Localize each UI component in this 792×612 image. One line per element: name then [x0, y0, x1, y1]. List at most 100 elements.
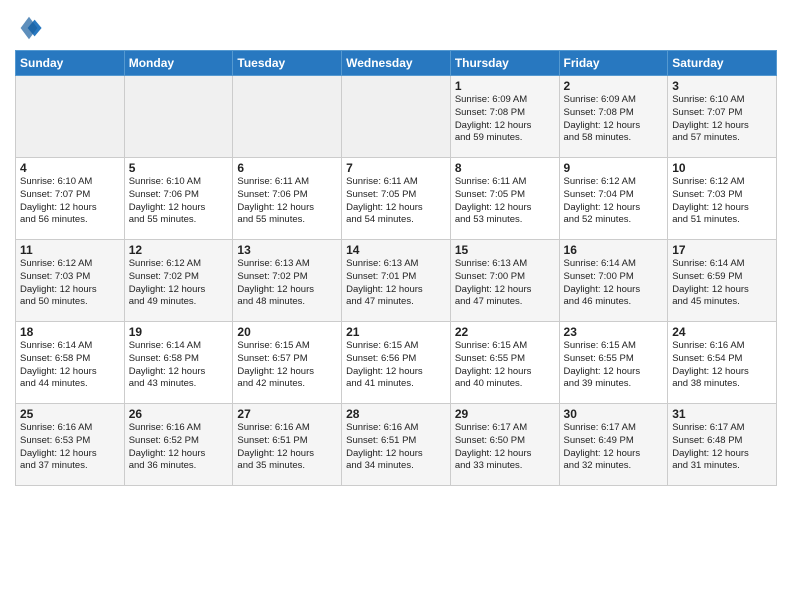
day-number: 20	[237, 325, 337, 339]
logo-icon	[15, 14, 43, 42]
calendar-cell: 12Sunrise: 6:12 AM Sunset: 7:02 PM Dayli…	[124, 240, 233, 322]
day-info: Sunrise: 6:16 AM Sunset: 6:51 PM Dayligh…	[237, 422, 337, 473]
calendar-cell: 4Sunrise: 6:10 AM Sunset: 7:07 PM Daylig…	[16, 158, 125, 240]
day-info: Sunrise: 6:15 AM Sunset: 6:57 PM Dayligh…	[237, 340, 337, 391]
calendar-cell: 10Sunrise: 6:12 AM Sunset: 7:03 PM Dayli…	[668, 158, 777, 240]
calendar-cell: 11Sunrise: 6:12 AM Sunset: 7:03 PM Dayli…	[16, 240, 125, 322]
day-number: 24	[672, 325, 772, 339]
calendar-cell: 3Sunrise: 6:10 AM Sunset: 7:07 PM Daylig…	[668, 76, 777, 158]
header-thursday: Thursday	[450, 51, 559, 76]
header-saturday: Saturday	[668, 51, 777, 76]
day-number: 28	[346, 407, 446, 421]
calendar-cell: 26Sunrise: 6:16 AM Sunset: 6:52 PM Dayli…	[124, 404, 233, 486]
day-number: 11	[20, 243, 120, 257]
calendar-cell	[233, 76, 342, 158]
day-info: Sunrise: 6:15 AM Sunset: 6:56 PM Dayligh…	[346, 340, 446, 391]
day-info: Sunrise: 6:17 AM Sunset: 6:50 PM Dayligh…	[455, 422, 555, 473]
day-info: Sunrise: 6:16 AM Sunset: 6:54 PM Dayligh…	[672, 340, 772, 391]
calendar-week-5: 25Sunrise: 6:16 AM Sunset: 6:53 PM Dayli…	[16, 404, 777, 486]
day-number: 25	[20, 407, 120, 421]
calendar-cell: 6Sunrise: 6:11 AM Sunset: 7:06 PM Daylig…	[233, 158, 342, 240]
day-info: Sunrise: 6:16 AM Sunset: 6:52 PM Dayligh…	[129, 422, 229, 473]
calendar-cell: 30Sunrise: 6:17 AM Sunset: 6:49 PM Dayli…	[559, 404, 668, 486]
day-info: Sunrise: 6:14 AM Sunset: 6:58 PM Dayligh…	[20, 340, 120, 391]
day-info: Sunrise: 6:14 AM Sunset: 6:59 PM Dayligh…	[672, 258, 772, 309]
calendar-cell: 13Sunrise: 6:13 AM Sunset: 7:02 PM Dayli…	[233, 240, 342, 322]
day-info: Sunrise: 6:09 AM Sunset: 7:08 PM Dayligh…	[455, 94, 555, 145]
calendar-cell: 24Sunrise: 6:16 AM Sunset: 6:54 PM Dayli…	[668, 322, 777, 404]
calendar-cell	[16, 76, 125, 158]
calendar-cell: 18Sunrise: 6:14 AM Sunset: 6:58 PM Dayli…	[16, 322, 125, 404]
day-info: Sunrise: 6:10 AM Sunset: 7:06 PM Dayligh…	[129, 176, 229, 227]
day-info: Sunrise: 6:12 AM Sunset: 7:03 PM Dayligh…	[672, 176, 772, 227]
day-number: 31	[672, 407, 772, 421]
day-number: 26	[129, 407, 229, 421]
day-number: 7	[346, 161, 446, 175]
calendar-cell: 22Sunrise: 6:15 AM Sunset: 6:55 PM Dayli…	[450, 322, 559, 404]
calendar-cell: 28Sunrise: 6:16 AM Sunset: 6:51 PM Dayli…	[342, 404, 451, 486]
day-number: 14	[346, 243, 446, 257]
day-number: 22	[455, 325, 555, 339]
calendar-week-1: 1Sunrise: 6:09 AM Sunset: 7:08 PM Daylig…	[16, 76, 777, 158]
calendar-cell: 23Sunrise: 6:15 AM Sunset: 6:55 PM Dayli…	[559, 322, 668, 404]
day-number: 3	[672, 79, 772, 93]
calendar-cell: 21Sunrise: 6:15 AM Sunset: 6:56 PM Dayli…	[342, 322, 451, 404]
day-info: Sunrise: 6:14 AM Sunset: 6:58 PM Dayligh…	[129, 340, 229, 391]
day-number: 15	[455, 243, 555, 257]
calendar-cell: 5Sunrise: 6:10 AM Sunset: 7:06 PM Daylig…	[124, 158, 233, 240]
header-sunday: Sunday	[16, 51, 125, 76]
day-info: Sunrise: 6:17 AM Sunset: 6:49 PM Dayligh…	[564, 422, 664, 473]
day-number: 21	[346, 325, 446, 339]
calendar-week-2: 4Sunrise: 6:10 AM Sunset: 7:07 PM Daylig…	[16, 158, 777, 240]
calendar-cell: 20Sunrise: 6:15 AM Sunset: 6:57 PM Dayli…	[233, 322, 342, 404]
day-info: Sunrise: 6:13 AM Sunset: 7:02 PM Dayligh…	[237, 258, 337, 309]
day-number: 2	[564, 79, 664, 93]
calendar-cell: 2Sunrise: 6:09 AM Sunset: 7:08 PM Daylig…	[559, 76, 668, 158]
calendar-container: SundayMondayTuesdayWednesdayThursdayFrid…	[0, 0, 792, 491]
day-info: Sunrise: 6:11 AM Sunset: 7:05 PM Dayligh…	[455, 176, 555, 227]
day-number: 29	[455, 407, 555, 421]
day-number: 16	[564, 243, 664, 257]
header-row	[15, 10, 777, 42]
day-number: 17	[672, 243, 772, 257]
day-info: Sunrise: 6:09 AM Sunset: 7:08 PM Dayligh…	[564, 94, 664, 145]
calendar-cell: 1Sunrise: 6:09 AM Sunset: 7:08 PM Daylig…	[450, 76, 559, 158]
day-number: 4	[20, 161, 120, 175]
logo	[15, 14, 45, 42]
day-number: 19	[129, 325, 229, 339]
day-info: Sunrise: 6:12 AM Sunset: 7:03 PM Dayligh…	[20, 258, 120, 309]
calendar-table: SundayMondayTuesdayWednesdayThursdayFrid…	[15, 50, 777, 486]
header-monday: Monday	[124, 51, 233, 76]
day-number: 13	[237, 243, 337, 257]
calendar-cell: 7Sunrise: 6:11 AM Sunset: 7:05 PM Daylig…	[342, 158, 451, 240]
day-number: 9	[564, 161, 664, 175]
calendar-cell	[124, 76, 233, 158]
day-info: Sunrise: 6:16 AM Sunset: 6:53 PM Dayligh…	[20, 422, 120, 473]
calendar-cell: 9Sunrise: 6:12 AM Sunset: 7:04 PM Daylig…	[559, 158, 668, 240]
day-number: 8	[455, 161, 555, 175]
day-number: 27	[237, 407, 337, 421]
day-number: 12	[129, 243, 229, 257]
calendar-cell: 29Sunrise: 6:17 AM Sunset: 6:50 PM Dayli…	[450, 404, 559, 486]
day-number: 30	[564, 407, 664, 421]
calendar-cell: 15Sunrise: 6:13 AM Sunset: 7:00 PM Dayli…	[450, 240, 559, 322]
day-info: Sunrise: 6:13 AM Sunset: 7:01 PM Dayligh…	[346, 258, 446, 309]
day-info: Sunrise: 6:17 AM Sunset: 6:48 PM Dayligh…	[672, 422, 772, 473]
day-number: 6	[237, 161, 337, 175]
day-number: 1	[455, 79, 555, 93]
header-wednesday: Wednesday	[342, 51, 451, 76]
day-info: Sunrise: 6:15 AM Sunset: 6:55 PM Dayligh…	[564, 340, 664, 391]
calendar-cell: 31Sunrise: 6:17 AM Sunset: 6:48 PM Dayli…	[668, 404, 777, 486]
day-info: Sunrise: 6:11 AM Sunset: 7:06 PM Dayligh…	[237, 176, 337, 227]
header-tuesday: Tuesday	[233, 51, 342, 76]
day-info: Sunrise: 6:10 AM Sunset: 7:07 PM Dayligh…	[672, 94, 772, 145]
day-info: Sunrise: 6:10 AM Sunset: 7:07 PM Dayligh…	[20, 176, 120, 227]
day-info: Sunrise: 6:15 AM Sunset: 6:55 PM Dayligh…	[455, 340, 555, 391]
day-info: Sunrise: 6:16 AM Sunset: 6:51 PM Dayligh…	[346, 422, 446, 473]
day-info: Sunrise: 6:13 AM Sunset: 7:00 PM Dayligh…	[455, 258, 555, 309]
calendar-week-4: 18Sunrise: 6:14 AM Sunset: 6:58 PM Dayli…	[16, 322, 777, 404]
calendar-cell: 19Sunrise: 6:14 AM Sunset: 6:58 PM Dayli…	[124, 322, 233, 404]
day-number: 10	[672, 161, 772, 175]
day-info: Sunrise: 6:11 AM Sunset: 7:05 PM Dayligh…	[346, 176, 446, 227]
calendar-cell: 25Sunrise: 6:16 AM Sunset: 6:53 PM Dayli…	[16, 404, 125, 486]
